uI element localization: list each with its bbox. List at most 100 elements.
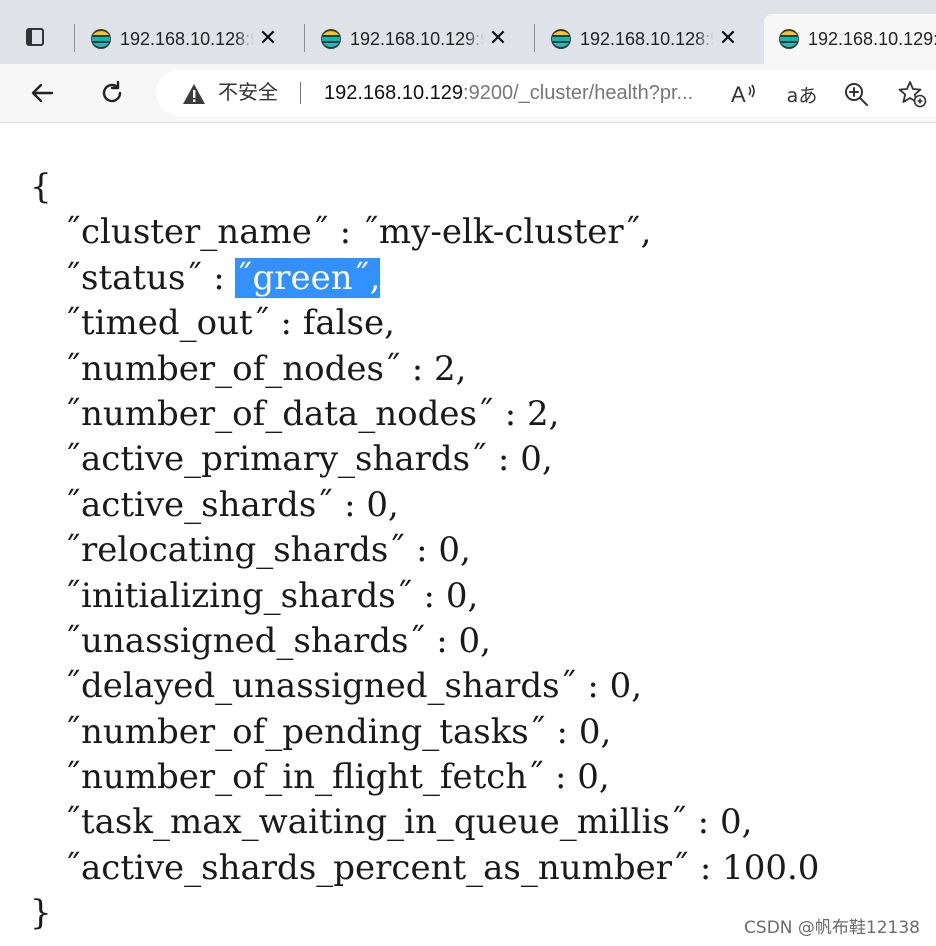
tab-actions-button[interactable] xyxy=(12,14,64,62)
json-key: ˝number_of_pending_tasks˝ xyxy=(64,711,546,752)
tab-divider xyxy=(534,24,535,52)
json-key: ˝number_of_in_flight_fetch˝ xyxy=(64,757,545,798)
json-field-line: ˝timed_out˝ : false, xyxy=(30,301,930,346)
zoom-button[interactable] xyxy=(840,78,872,110)
add-favorite-button[interactable] xyxy=(896,78,928,110)
json-key: ˝unassigned_shards˝ xyxy=(64,620,426,661)
json-field-line: ˝active_shards_percent_as_number˝ : 100.… xyxy=(30,846,930,891)
json-colon: : xyxy=(544,757,578,798)
json-field-line: ˝relocating_shards˝ : 0, xyxy=(30,528,930,573)
tab-divider xyxy=(74,24,75,52)
json-field-line: ˝active_shards˝ : 0, xyxy=(30,483,930,528)
svg-text:A: A xyxy=(731,82,746,107)
watermark: CSDN @帆布鞋12138 xyxy=(744,918,920,938)
json-value: false, xyxy=(302,303,395,344)
json-colon: : xyxy=(202,257,236,298)
browser-toolbar: 不安全 192.168.10.129:9200/_cluster/health?… xyxy=(0,64,936,123)
json-value: 0, xyxy=(458,620,491,661)
tab-1[interactable]: 192.168.10.128:9200 ✕ xyxy=(76,14,294,64)
address-divider xyxy=(300,82,301,104)
json-field-line: ˝status˝ : ˝green˝, xyxy=(30,256,930,301)
json-colon: : xyxy=(425,620,459,661)
json-key: ˝task_max_waiting_in_queue_millis˝ xyxy=(64,802,687,843)
json-value: 0, xyxy=(578,711,612,752)
json-colon: : xyxy=(493,393,527,434)
json-key: ˝cluster_name˝ xyxy=(64,212,329,253)
json-key: ˝number_of_nodes˝ xyxy=(64,348,401,389)
tab-2[interactable]: 192.168.10.129:9200 ✕ xyxy=(306,14,524,64)
json-colon: : xyxy=(686,802,720,843)
elasticsearch-favicon-icon xyxy=(779,29,799,49)
json-key: ˝active_shards˝ xyxy=(64,484,334,525)
reload-button[interactable] xyxy=(94,75,130,111)
tab-title: 192.168.10.128:9200 xyxy=(120,27,254,51)
json-value: ˝my-elk-cluster˝, xyxy=(361,212,652,253)
tab-strip: 192.168.10.128:9200 ✕ 192.168.10.129:920… xyxy=(0,0,936,64)
translate-button[interactable]: aあ xyxy=(782,78,822,110)
json-field-line: ˝cluster_name˝ : ˝my-elk-cluster˝, xyxy=(30,210,930,255)
json-field-line: ˝initializing_shards˝ : 0, xyxy=(30,574,930,619)
insecure-label[interactable]: 不安全 xyxy=(218,81,278,105)
json-value: 0, xyxy=(445,575,479,616)
json-value: 100.0 xyxy=(722,847,820,888)
json-colon: : xyxy=(412,575,446,616)
json-field-line: ˝unassigned_shards˝ : 0, xyxy=(30,619,930,664)
elasticsearch-favicon-icon xyxy=(91,29,111,49)
json-value: 0, xyxy=(609,666,643,707)
tab-title: 192.168.10.129:9200 xyxy=(350,27,484,51)
json-value: 2, xyxy=(434,348,467,389)
reload-icon xyxy=(102,80,122,103)
tab-4-active[interactable]: 192.168.10.129:9200 xyxy=(764,14,936,64)
read-aloud-button[interactable]: A xyxy=(728,78,760,110)
json-key: ˝delayed_unassigned_shards˝ xyxy=(64,666,577,707)
json-open-brace: { xyxy=(30,167,52,207)
zoom-icon xyxy=(845,83,868,106)
elasticsearch-favicon-icon xyxy=(551,29,571,49)
json-colon: : xyxy=(487,439,521,480)
json-field-line: ˝number_of_nodes˝ : 2, xyxy=(30,347,930,392)
json-colon: : xyxy=(400,348,435,389)
json-key: ˝active_primary_shards˝ xyxy=(64,439,488,480)
tab-close-button[interactable]: ✕ xyxy=(254,24,282,52)
add-favorite-icon xyxy=(898,81,927,108)
url-text[interactable]: 192.168.10.129:9200/_cluster/health?pr..… xyxy=(324,81,716,105)
translate-icon: aあ xyxy=(786,84,818,107)
tab-title: 192.168.10.129:9200 xyxy=(808,29,936,49)
url-path: :9200/_cluster/health?pr... xyxy=(463,82,694,104)
json-value-selected: ˝green˝, xyxy=(235,257,381,298)
tab-3[interactable]: 192.168.10.128:9200 ✕ xyxy=(536,14,754,64)
json-value: 0, xyxy=(438,530,471,571)
tab-divider xyxy=(304,24,305,52)
tab-title: 192.168.10.128:9200 xyxy=(580,27,714,51)
json-key: ˝active_shards_percent_as_number˝ xyxy=(64,847,690,888)
json-value: 0, xyxy=(719,802,753,843)
json-field-line: ˝number_of_in_flight_fetch˝ : 0, xyxy=(30,755,930,800)
url-host: 192.168.10.129 xyxy=(324,82,464,104)
json-value: 0, xyxy=(520,439,553,480)
json-field-line: ˝task_max_waiting_in_queue_millis˝ : 0, xyxy=(30,800,930,845)
json-field-line: ˝delayed_unassigned_shards˝ : 0, xyxy=(30,664,930,709)
json-key: ˝initializing_shards˝ xyxy=(64,575,413,616)
json-colon: : xyxy=(405,530,439,571)
back-button[interactable] xyxy=(24,75,60,111)
json-colon: : xyxy=(269,303,303,344)
elasticsearch-favicon-icon xyxy=(321,29,341,49)
json-key: ˝number_of_data_nodes˝ xyxy=(64,393,494,434)
address-bar[interactable]: 不安全 192.168.10.129:9200/_cluster/health?… xyxy=(156,70,936,116)
json-field-line: ˝number_of_pending_tasks˝ : 0, xyxy=(30,710,930,755)
json-value: 2, xyxy=(526,393,560,434)
json-colon: : xyxy=(545,711,579,752)
back-arrow-icon xyxy=(31,83,54,103)
tab-actions-icon xyxy=(26,28,44,46)
json-colon: : xyxy=(333,484,367,525)
read-aloud-icon: A xyxy=(731,82,755,107)
tab-close-button[interactable]: ✕ xyxy=(714,24,742,52)
tab-close-button[interactable]: ✕ xyxy=(484,24,512,52)
warning-triangle-icon xyxy=(183,84,205,104)
json-fields: ˝cluster_name˝ : ˝my-elk-cluster˝, ˝statu… xyxy=(30,210,930,891)
json-key: ˝status˝ xyxy=(64,257,203,298)
json-colon: : xyxy=(576,666,610,707)
json-colon: : xyxy=(689,847,723,888)
json-field-line: ˝number_of_data_nodes˝ : 2, xyxy=(30,392,930,437)
json-value: 0, xyxy=(366,484,399,525)
